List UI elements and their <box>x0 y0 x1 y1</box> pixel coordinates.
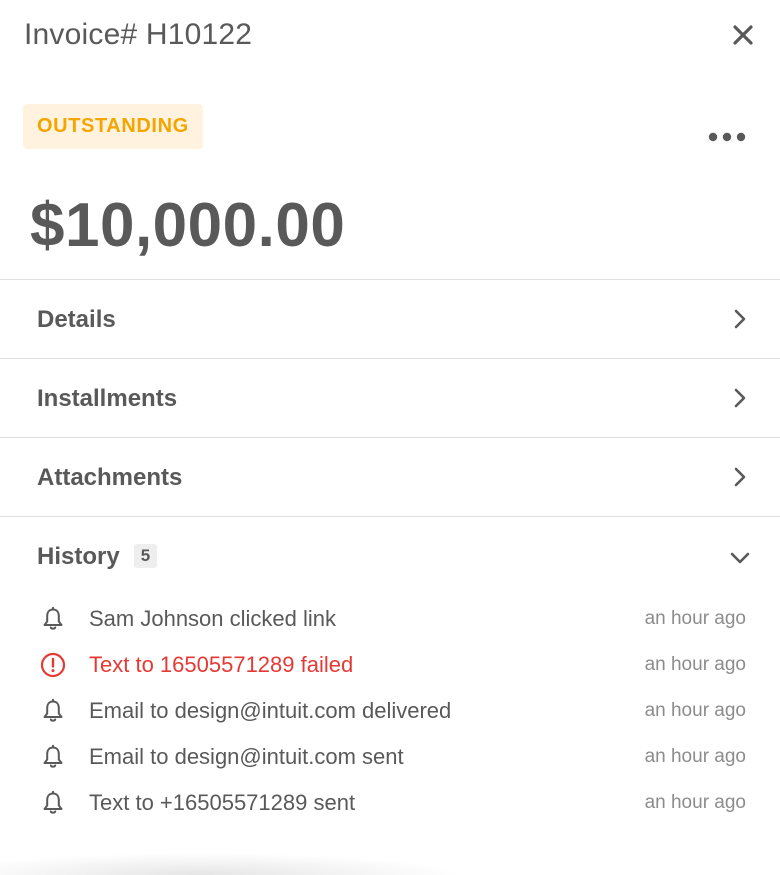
chevron-right-icon <box>734 467 746 487</box>
more-horizontal-icon <box>708 132 746 142</box>
chevron-down-icon <box>730 552 750 564</box>
bell-icon <box>43 606 63 630</box>
section-details[interactable]: Details <box>0 279 780 358</box>
history-count-badge: 5 <box>133 544 158 568</box>
invoice-title: Invoice# H10122 <box>24 18 253 51</box>
alert-circle-icon <box>40 652 66 678</box>
history-item-time: an hour ago <box>644 792 746 813</box>
bottom-shadow <box>0 847 780 875</box>
history-item: Email to design@intuit.com delivered an … <box>0 688 780 734</box>
section-attachments-label: Attachments <box>37 464 183 491</box>
history-title: History <box>37 543 120 570</box>
section-installments-label: Installments <box>37 385 178 412</box>
history-item-text: Text to +16505571289 sent <box>89 790 356 815</box>
invoice-header: Invoice# H10122 <box>24 14 760 58</box>
history-item-time: an hour ago <box>644 608 746 629</box>
section-installments[interactable]: Installments <box>0 358 780 437</box>
bell-icon <box>43 698 63 722</box>
chevron-right-icon <box>734 388 746 408</box>
history-item-text: Text to 16505571289 failed <box>89 652 354 677</box>
history-item-text: Sam Johnson clicked link <box>89 606 337 631</box>
status-badge: OUTSTANDING <box>23 104 203 149</box>
history-item-time: an hour ago <box>644 654 746 675</box>
close-icon <box>733 25 753 45</box>
section-history[interactable]: History 5 <box>0 516 780 587</box>
history-list: Sam Johnson clicked link an hour ago Tex… <box>0 596 780 826</box>
history-item: Email to design@intuit.com sent an hour … <box>0 734 780 780</box>
more-options-button[interactable] <box>708 130 746 144</box>
close-button[interactable] <box>728 20 758 50</box>
section-history-label: History 5 <box>37 543 158 571</box>
section-attachments[interactable]: Attachments <box>0 437 780 516</box>
chevron-right-icon <box>734 309 746 329</box>
history-item-text: Email to design@intuit.com delivered <box>89 698 452 723</box>
section-details-label: Details <box>37 306 116 333</box>
bell-icon <box>43 790 63 814</box>
history-item-time: an hour ago <box>644 700 746 721</box>
bell-icon <box>43 744 63 768</box>
history-item: Text to +16505571289 sent an hour ago <box>0 780 780 826</box>
history-item-text: Email to design@intuit.com sent <box>89 744 404 769</box>
history-item-time: an hour ago <box>644 746 746 767</box>
invoice-amount: $10,000.00 <box>30 191 346 260</box>
history-item-error: Text to 16505571289 failed an hour ago <box>0 642 780 688</box>
history-item: Sam Johnson clicked link an hour ago <box>0 596 780 642</box>
